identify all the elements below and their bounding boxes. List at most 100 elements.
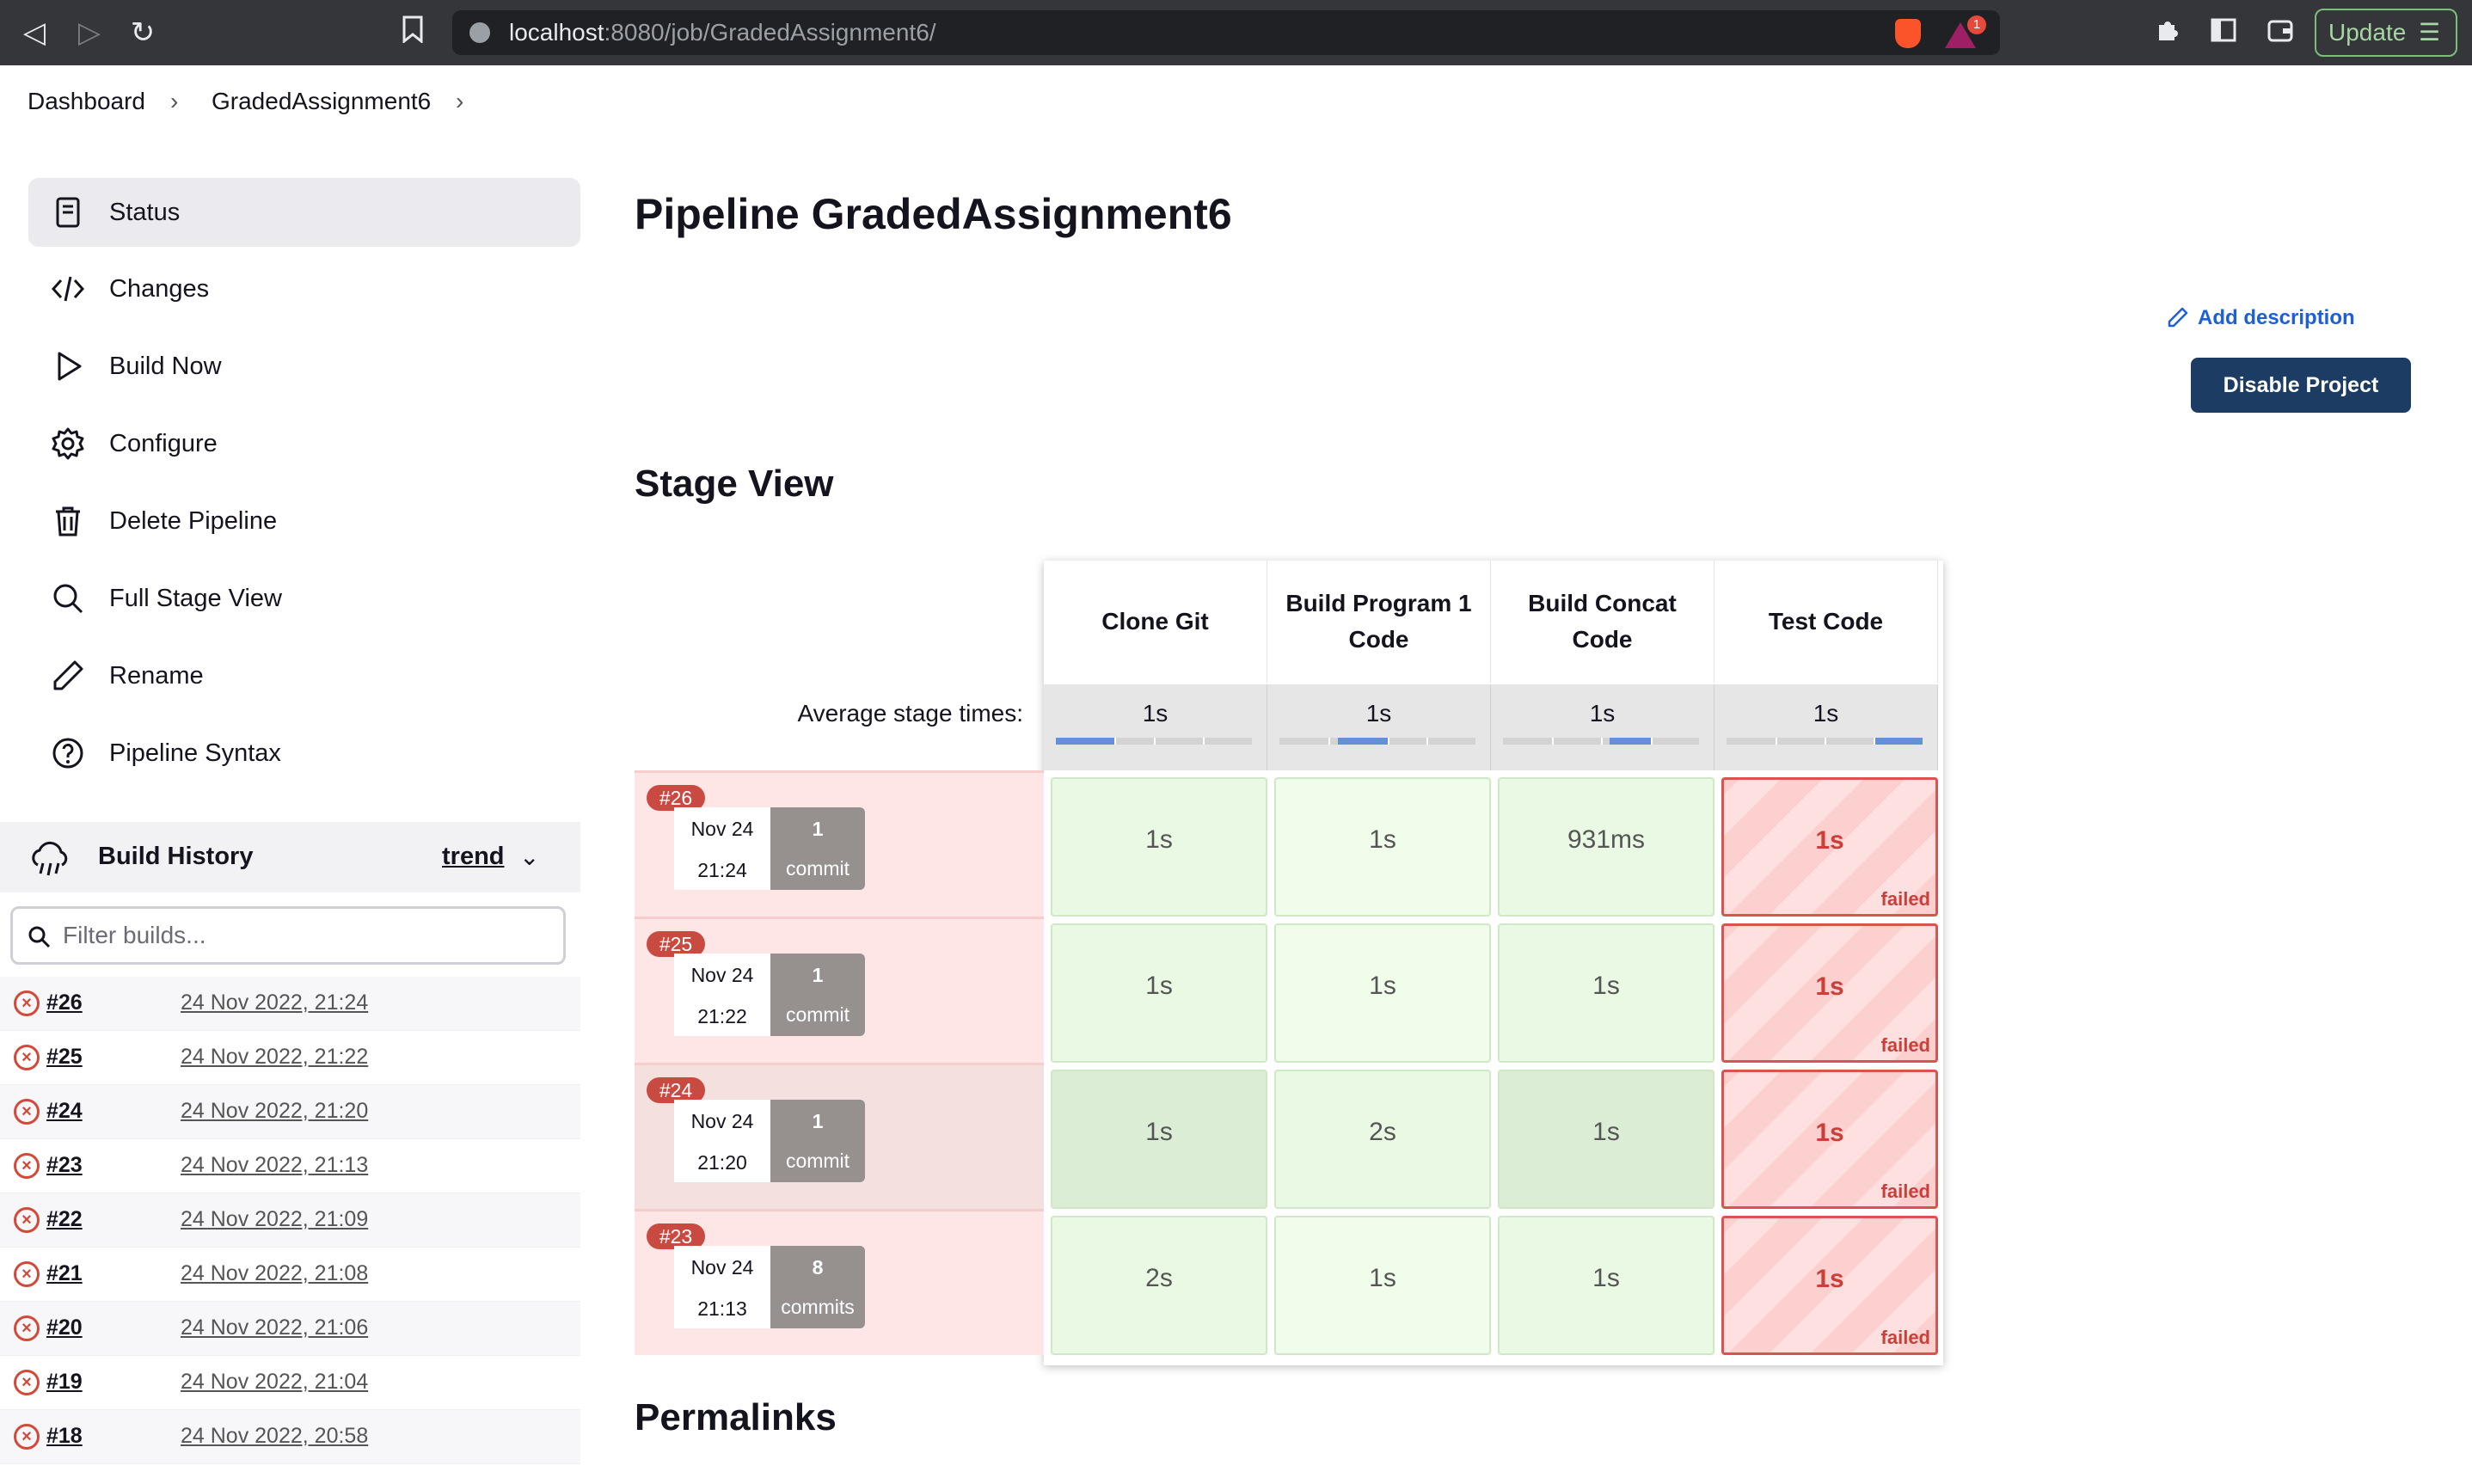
build-number-link[interactable]: #18 bbox=[46, 1424, 83, 1449]
forward-icon[interactable]: ▷ bbox=[72, 15, 107, 50]
stage-header: Build Program 1 Code bbox=[1267, 561, 1491, 683]
build-row[interactable]: × #22 24 Nov 2022, 21:09 bbox=[0, 1193, 580, 1248]
stage-cell-failed[interactable]: 1s failed bbox=[1721, 1216, 1938, 1355]
stage-cell-success[interactable]: 1s bbox=[1498, 1070, 1714, 1209]
avg-stage-time: 1s bbox=[1267, 684, 1491, 770]
build-date-link[interactable]: 24 Nov 2022, 21:04 bbox=[181, 1370, 368, 1395]
build-history-title: Build History bbox=[98, 843, 254, 870]
build-row[interactable]: × #24 24 Nov 2022, 21:20 bbox=[0, 1085, 580, 1139]
task-build-now[interactable]: Build Now bbox=[28, 332, 580, 401]
chevron-down-icon[interactable]: ⌄ bbox=[519, 843, 539, 871]
stage-cell-failed[interactable]: 1s failed bbox=[1721, 1070, 1938, 1209]
task-rename[interactable]: Rename bbox=[28, 641, 580, 710]
build-number-link[interactable]: #25 bbox=[46, 1045, 83, 1070]
build-date-link[interactable]: 24 Nov 2022, 21:08 bbox=[181, 1261, 368, 1286]
failed-status-icon: × bbox=[14, 1424, 40, 1450]
site-info-icon[interactable] bbox=[469, 22, 490, 43]
stage-cell-success[interactable]: 2s bbox=[1274, 1070, 1491, 1209]
run-changes[interactable]: 8 commits bbox=[770, 1246, 865, 1328]
stage-cell-success[interactable]: 1s bbox=[1498, 1216, 1714, 1355]
build-row[interactable]: × #23 24 Nov 2022, 21:13 bbox=[0, 1139, 580, 1193]
disable-project-button[interactable]: Disable Project bbox=[2191, 358, 2411, 413]
run-date: Nov 24 21:22 bbox=[674, 954, 770, 1036]
run-row[interactable]: #24 Nov 24 21:20 1 commit bbox=[635, 1063, 1044, 1209]
trend-link[interactable]: trend bbox=[442, 843, 505, 871]
run-row[interactable]: #25 Nov 24 21:22 1 commit bbox=[635, 917, 1044, 1063]
run-changes[interactable]: 1 commit bbox=[770, 1100, 865, 1182]
reload-icon[interactable]: ↻ bbox=[126, 15, 160, 50]
filter-builds-field[interactable] bbox=[10, 906, 566, 965]
stage-cell-success[interactable]: 1s bbox=[1274, 777, 1491, 917]
breadcrumb-job[interactable]: GradedAssignment6 bbox=[212, 88, 431, 115]
avg-time-value: 1s bbox=[1813, 700, 1839, 727]
address-bar[interactable]: localhost:8080/job/GradedAssignment6/ 1 bbox=[452, 10, 2000, 55]
build-row[interactable]: × #21 24 Nov 2022, 21:08 bbox=[0, 1248, 580, 1302]
page-title: Pipeline GradedAssignment6 bbox=[635, 190, 1232, 238]
stage-cell-success[interactable]: 931ms bbox=[1498, 777, 1714, 917]
build-row[interactable]: × #26 24 Nov 2022, 21:24 bbox=[0, 977, 580, 1031]
build-history-header: Build History trend ⌄ bbox=[0, 822, 580, 892]
trash-icon bbox=[56, 506, 80, 537]
breadcrumb-dashboard[interactable]: Dashboard bbox=[28, 88, 145, 115]
run-changes[interactable]: 1 commit bbox=[770, 807, 865, 890]
stage-view-title: Stage View bbox=[635, 463, 834, 505]
bookmark-icon[interactable] bbox=[396, 15, 430, 50]
chevron-right-icon[interactable]: › bbox=[456, 88, 463, 115]
task-changes[interactable]: Changes bbox=[28, 254, 580, 323]
stage-cell-success[interactable]: 1s bbox=[1274, 1216, 1491, 1355]
task-label: Rename bbox=[109, 662, 204, 690]
build-number-link[interactable]: #24 bbox=[46, 1099, 83, 1124]
stage-cell-success[interactable]: 1s bbox=[1051, 923, 1267, 1063]
build-row[interactable]: × #20 24 Nov 2022, 21:06 bbox=[0, 1302, 580, 1356]
build-date-link[interactable]: 24 Nov 2022, 21:24 bbox=[181, 990, 368, 1015]
build-date-link[interactable]: 24 Nov 2022, 21:06 bbox=[181, 1315, 368, 1340]
task-delete-pipeline[interactable]: Delete Pipeline bbox=[28, 487, 580, 555]
run-changes[interactable]: 1 commit bbox=[770, 954, 865, 1036]
task-configure[interactable]: Configure bbox=[28, 409, 580, 478]
build-number-link[interactable]: #19 bbox=[46, 1370, 83, 1395]
add-description-link[interactable]: Add description bbox=[2168, 306, 2355, 330]
build-number-link[interactable]: #22 bbox=[46, 1207, 83, 1232]
stage-cell-success[interactable]: 2s bbox=[1051, 1216, 1267, 1355]
stage-cell-success[interactable]: 1s bbox=[1274, 923, 1491, 1063]
build-date-link[interactable]: 24 Nov 2022, 20:58 bbox=[181, 1424, 368, 1449]
update-button[interactable]: Update ☰ bbox=[2315, 9, 2457, 57]
avg-progress-bar bbox=[1279, 738, 1475, 745]
build-date-link[interactable]: 24 Nov 2022, 21:22 bbox=[181, 1045, 368, 1070]
search-icon bbox=[28, 926, 51, 948]
wallet-icon[interactable] bbox=[2263, 15, 2297, 50]
build-number-link[interactable]: #23 bbox=[46, 1153, 83, 1178]
failed-status-icon: × bbox=[14, 1045, 40, 1070]
build-row[interactable]: × #18 24 Nov 2022, 20:58 bbox=[0, 1410, 580, 1464]
run-row[interactable]: #26 Nov 24 21:24 1 commit bbox=[635, 770, 1044, 917]
stage-cell-failed[interactable]: 1s failed bbox=[1721, 923, 1938, 1063]
stage-cell-success[interactable]: 1s bbox=[1051, 777, 1267, 917]
build-number-link[interactable]: #21 bbox=[46, 1261, 83, 1286]
task-status[interactable]: Status bbox=[28, 178, 580, 247]
extensions-icon[interactable] bbox=[2150, 15, 2184, 50]
sidebar-toggle-icon[interactable] bbox=[2206, 15, 2241, 50]
stage-cell-failed[interactable]: 1s failed bbox=[1721, 777, 1938, 917]
run-date: Nov 24 21:20 bbox=[674, 1100, 770, 1182]
failed-status-icon: × bbox=[14, 1315, 40, 1341]
stage-header: Build Concat Code bbox=[1491, 561, 1714, 683]
task-full-stage-view[interactable]: Full Stage View bbox=[28, 564, 580, 633]
build-date-link[interactable]: 24 Nov 2022, 21:20 bbox=[181, 1099, 368, 1124]
build-date-link[interactable]: 24 Nov 2022, 21:09 bbox=[181, 1207, 368, 1232]
stage-cell-success[interactable]: 1s bbox=[1051, 1070, 1267, 1209]
brave-shields-icon[interactable] bbox=[1895, 19, 1921, 48]
avg-time-value: 1s bbox=[1365, 700, 1392, 727]
build-number-link[interactable]: #26 bbox=[46, 990, 83, 1015]
run-row[interactable]: #23 Nov 24 21:13 8 commits bbox=[635, 1209, 1044, 1355]
build-row[interactable]: × #25 24 Nov 2022, 21:22 bbox=[0, 1031, 580, 1085]
back-icon[interactable]: ◁ bbox=[17, 15, 52, 50]
build-date-link[interactable]: 24 Nov 2022, 21:13 bbox=[181, 1153, 368, 1178]
filter-builds-input[interactable] bbox=[63, 917, 544, 954]
brave-rewards-icon[interactable]: 1 bbox=[1945, 15, 1986, 48]
stage-cell-success[interactable]: 1s bbox=[1498, 923, 1714, 1063]
build-number-link[interactable]: #20 bbox=[46, 1315, 83, 1340]
task-pipeline-syntax[interactable]: Pipeline Syntax bbox=[28, 719, 580, 788]
build-row[interactable]: × #19 24 Nov 2022, 21:04 bbox=[0, 1356, 580, 1410]
play-icon bbox=[58, 352, 82, 381]
permalinks-title: Permalinks bbox=[635, 1396, 837, 1438]
